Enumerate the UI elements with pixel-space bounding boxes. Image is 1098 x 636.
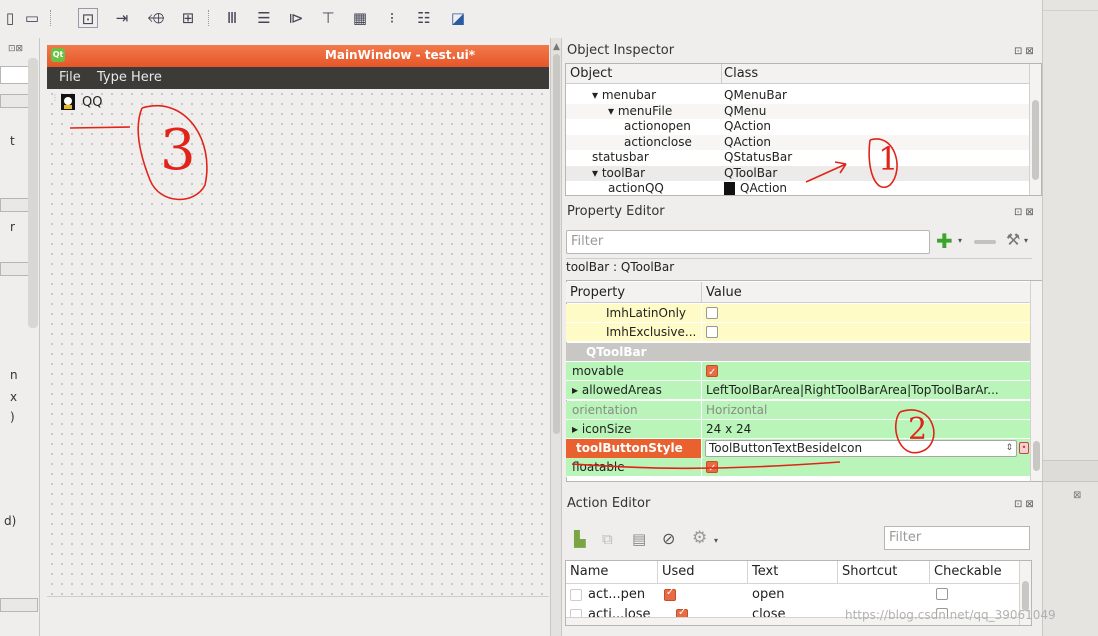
annotation-label-1: 1 xyxy=(878,140,899,178)
annotation-arrow xyxy=(805,161,847,183)
annotation-label-3: 3 xyxy=(160,118,196,183)
annotation-layer xyxy=(69,105,935,470)
annotation-underline-qq xyxy=(69,126,131,129)
annotation-label-2: 2 xyxy=(908,412,928,447)
watermark-text: https://blog.csdn.net/qq_39061049 xyxy=(845,608,1056,622)
annotation-underline-style xyxy=(571,461,841,470)
